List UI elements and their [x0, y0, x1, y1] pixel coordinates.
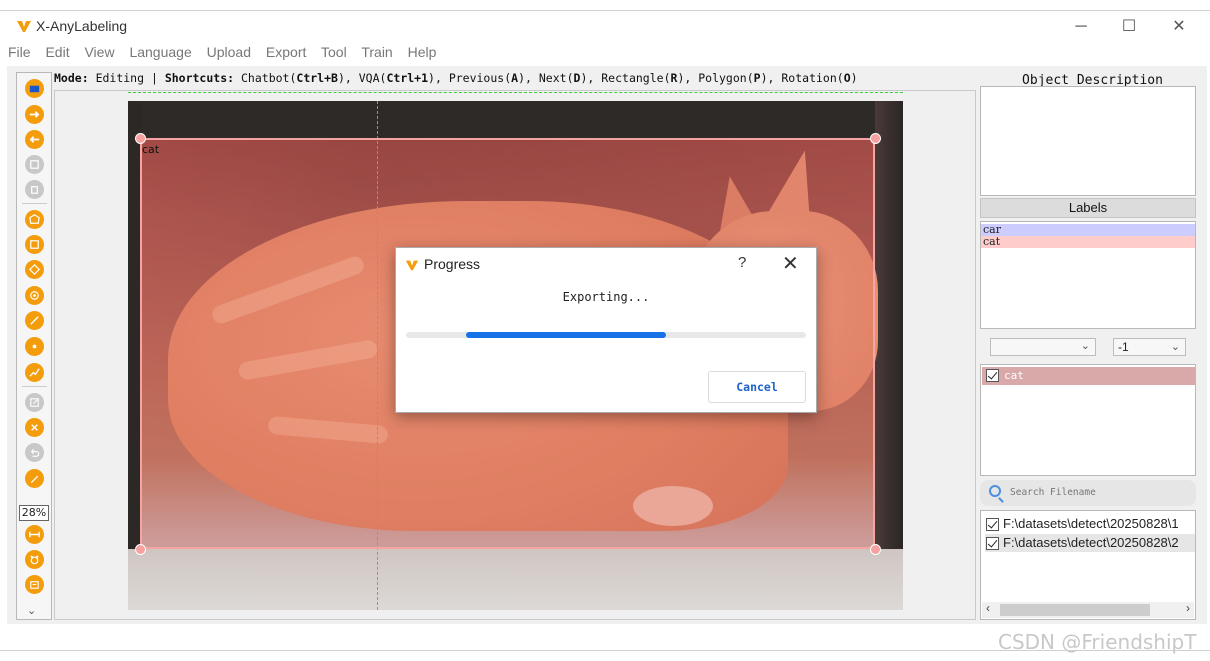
- bottom-border: [0, 650, 1210, 651]
- bbox-handle-bottom-left[interactable]: [135, 544, 146, 555]
- label-item-cat[interactable]: cat: [981, 236, 1195, 248]
- app-logo-icon: [17, 21, 31, 32]
- bbox-handle-top-right[interactable]: [870, 133, 881, 144]
- file-item[interactable]: F:\datasets\detect\20250828\2: [985, 534, 1195, 552]
- dialog-close-button[interactable]: ✕: [782, 251, 799, 276]
- chevron-down-icon: ⌄: [1170, 341, 1180, 353]
- shortcut-previous: Previous(A),: [448, 71, 532, 85]
- file-checkbox[interactable]: [986, 537, 999, 550]
- delete-shape-icon[interactable]: [25, 418, 44, 437]
- bbox-label: cat: [142, 143, 160, 156]
- previous-image-icon[interactable]: [25, 130, 44, 149]
- cancel-button[interactable]: Cancel: [708, 371, 806, 403]
- search-icon: [989, 485, 1001, 497]
- menu-edit[interactable]: Edit: [45, 44, 69, 60]
- toolbar-separator: [22, 203, 47, 204]
- title-bar: X-AnyLabeling ─ ☐ ✕: [0, 12, 1210, 42]
- shortcuts-label: Shortcuts:: [164, 71, 235, 85]
- top-border: [0, 10, 1210, 11]
- bbox-handle-bottom-right[interactable]: [870, 544, 881, 555]
- open-folder-icon[interactable]: [25, 79, 44, 98]
- save-icon[interactable]: [25, 155, 44, 174]
- menu-bar: File Edit View Language Upload Export To…: [8, 44, 447, 64]
- menu-help[interactable]: Help: [408, 44, 437, 60]
- edit-icon[interactable]: [25, 393, 44, 412]
- scroll-right-icon[interactable]: ›: [1186, 601, 1190, 615]
- shape-checkbox[interactable]: [986, 369, 999, 382]
- filename-search[interactable]: Search Filename: [980, 480, 1196, 506]
- line-icon[interactable]: [25, 311, 44, 330]
- shortcut-polygon: Polygon(P),: [698, 71, 775, 85]
- shortcut-next: Next(D),: [538, 71, 595, 85]
- file-item[interactable]: F:\datasets\detect\20250828\1: [985, 515, 1195, 533]
- labels-header: Labels: [980, 198, 1196, 218]
- crosshair-horizontal: [128, 92, 903, 93]
- app-title: X-AnyLabeling: [36, 18, 128, 34]
- delete-file-icon[interactable]: [25, 180, 44, 199]
- mode-value: Editing: [95, 71, 145, 85]
- labels-list: car cat: [980, 221, 1196, 329]
- circle-icon[interactable]: [25, 286, 44, 305]
- mode-shortcuts-bar: Mode: Editing | Shortcuts: Chatbot(Ctrl+…: [54, 71, 858, 85]
- menu-language[interactable]: Language: [129, 44, 191, 60]
- close-button[interactable]: ✕: [1156, 15, 1202, 39]
- minimize-button[interactable]: ─: [1058, 15, 1104, 39]
- shapes-list: cat: [980, 364, 1196, 476]
- toolbar-more-chevron-icon[interactable]: ⌄: [27, 604, 36, 617]
- undo-icon[interactable]: [25, 443, 44, 462]
- file-list: F:\datasets\detect\20250828\1 F:\dataset…: [980, 510, 1196, 620]
- fit-width-icon[interactable]: [25, 525, 44, 544]
- linestrip-icon[interactable]: [25, 363, 44, 382]
- dialog-title: Progress: [424, 256, 481, 272]
- rotation-icon[interactable]: [25, 260, 44, 279]
- help-button[interactable]: ?: [738, 254, 746, 271]
- menu-file[interactable]: File: [8, 44, 31, 60]
- shortcut-vqa: VQA(Ctrl+1),: [358, 71, 442, 85]
- scroll-left-icon[interactable]: ‹: [986, 601, 990, 615]
- chevron-down-icon: ⌄: [1080, 340, 1090, 352]
- brush-icon[interactable]: [25, 469, 44, 488]
- zoom-level-input[interactable]: 28%: [19, 505, 49, 521]
- search-placeholder: Search Filename: [1010, 487, 1096, 498]
- toolbar-separator: [22, 386, 47, 387]
- mode-label: Mode:: [54, 71, 89, 85]
- left-toolbar: 28% ⌄: [16, 72, 52, 620]
- object-description-textarea[interactable]: [980, 86, 1196, 196]
- point-icon[interactable]: [25, 337, 44, 356]
- app-logo-icon: [405, 260, 419, 271]
- menu-tool[interactable]: Tool: [321, 44, 347, 60]
- maximize-button[interactable]: ☐: [1106, 15, 1152, 39]
- right-panel: Object Description Labels car cat ⌄ -1 ⌄…: [980, 66, 1205, 624]
- menu-train[interactable]: Train: [361, 44, 392, 60]
- next-image-icon[interactable]: [25, 105, 44, 124]
- file-checkbox[interactable]: [986, 518, 999, 531]
- progress-bar-fill: [466, 332, 666, 338]
- progress-bar: [406, 332, 806, 338]
- progress-message: Exporting...: [562, 290, 650, 304]
- menu-upload[interactable]: Upload: [207, 44, 251, 60]
- polygon-icon[interactable]: [25, 210, 44, 229]
- progress-dialog: Progress ? ✕ Exporting... Cancel: [395, 247, 817, 413]
- shortcut-rotation: Rotation(O): [781, 71, 858, 85]
- ai-icon[interactable]: [25, 575, 44, 594]
- shape-item-cat[interactable]: cat: [982, 367, 1195, 385]
- shortcut-rectangle: Rectangle(R),: [601, 71, 692, 85]
- scrollbar-thumb[interactable]: [1000, 604, 1150, 616]
- group-select[interactable]: ⌄: [990, 338, 1096, 356]
- shortcut-chatbot: Chatbot(Ctrl+B),: [241, 71, 352, 85]
- label-item-car[interactable]: car: [981, 224, 1195, 236]
- menu-view[interactable]: View: [84, 44, 114, 60]
- menu-export[interactable]: Export: [266, 44, 306, 60]
- auto-label-icon[interactable]: [25, 550, 44, 569]
- rectangle-icon[interactable]: [25, 235, 44, 254]
- group-id-select[interactable]: -1 ⌄: [1113, 338, 1186, 356]
- file-list-scrollbar[interactable]: ‹ ›: [982, 601, 1194, 618]
